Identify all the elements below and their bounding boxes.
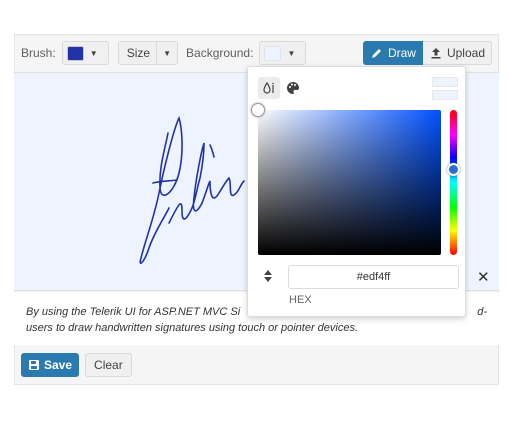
clear-button[interactable]: Clear [85,353,132,377]
draw-label: Draw [387,46,416,60]
palette-icon [287,82,299,94]
floppy-icon [29,360,39,370]
description-line-2: users to draw handwritten signatures usi… [26,322,359,334]
size-dropdown[interactable]: Size ▼ [117,41,179,65]
saturation-value-area[interactable] [251,103,441,255]
upload-button[interactable]: Upload [422,41,492,65]
caret-down-icon: ▼ [89,48,98,58]
view-toggle [258,77,304,99]
background-label: Background: [186,46,254,60]
background-color-picker[interactable]: ▼ [259,41,307,65]
draw-button[interactable]: Draw [362,41,423,65]
hex-label: HEX [289,294,312,306]
pencil-icon [371,49,381,58]
droplet-icon [263,81,274,94]
upload-icon [431,48,441,59]
current-color-preview [432,77,458,87]
clear-label: Clear [94,358,123,372]
description-line-1: By using the Telerik UI for ASP.NET MVC … [26,306,241,318]
signature-footer: Save Clear [14,345,499,385]
gradient-view-button[interactable] [258,77,280,99]
hue-slider[interactable] [447,110,460,255]
upload-label: Upload [446,46,485,60]
size-label: Size [119,42,158,64]
hex-input[interactable]: #edf4ff [288,265,459,289]
save-label: Save [44,358,73,372]
description-line-1-end: d- [477,306,487,318]
previous-color-preview [432,90,458,100]
close-icon[interactable]: ✕ [477,268,490,286]
brush-color-picker[interactable]: ▼ [61,41,109,65]
color-drag-handle[interactable] [251,103,265,117]
save-button[interactable]: Save [21,353,80,377]
sort-arrows-icon[interactable] [264,270,272,285]
color-preview [432,77,458,103]
caret-down-icon: ▼ [163,48,171,58]
background-colorpicker-popup: #edf4ff HEX [247,66,466,317]
palette-view-button[interactable] [282,77,304,99]
hue-slider-handle[interactable] [447,163,460,176]
background-color-swatch [264,45,282,61]
brush-color-swatch [66,45,84,61]
brush-label: Brush: [21,46,56,60]
caret-down-icon: ▼ [287,48,296,58]
signature-stroke [139,115,245,264]
